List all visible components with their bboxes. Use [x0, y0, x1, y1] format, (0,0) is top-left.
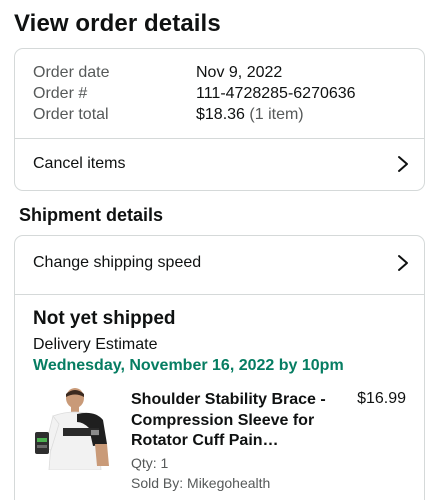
order-date-value: Nov 9, 2022 — [196, 64, 283, 81]
order-date-label: Order date — [33, 64, 110, 81]
order-total-label: Order total — [33, 106, 109, 123]
divider — [15, 294, 424, 295]
cancel-items-label: Cancel items — [33, 155, 126, 172]
product-price: $16.99 — [357, 390, 406, 407]
order-total-value: $18.36 (1 item) — [196, 105, 304, 125]
chevron-right-icon — [398, 156, 408, 172]
cancel-items-button[interactable]: Cancel items — [15, 139, 424, 190]
delivery-estimate-label: Delivery Estimate — [33, 336, 158, 353]
chevron-right-icon — [398, 255, 408, 271]
shipment-status: Not yet shipped — [33, 308, 176, 329]
product-seller: Sold By: Mikegohealth — [131, 475, 271, 491]
order-summary-card: Order date Nov 9, 2022 Order # 111-47282… — [14, 48, 425, 191]
shipment-card: Change shipping speed Not yet shipped De… — [14, 235, 425, 500]
order-total-item-count: (1 item) — [249, 106, 304, 123]
product-title-link[interactable]: Shoulder Stability Brace - Compression S… — [131, 390, 331, 452]
product-image[interactable] — [33, 388, 115, 470]
change-shipping-speed-button[interactable]: Change shipping speed — [15, 238, 424, 290]
change-shipping-speed-label: Change shipping speed — [33, 254, 202, 271]
delivery-estimate-date: Wednesday, November 16, 2022 by 10pm — [33, 357, 344, 374]
shipment-section-title: Shipment details — [19, 205, 164, 225]
order-number-value: 111-4728285-6270636 — [196, 85, 356, 102]
product-quantity: Qty: 1 — [131, 455, 169, 471]
order-total-amount: $18.36 — [196, 106, 245, 123]
order-number-label: Order # — [33, 85, 88, 102]
page-title: View order details — [14, 10, 221, 37]
